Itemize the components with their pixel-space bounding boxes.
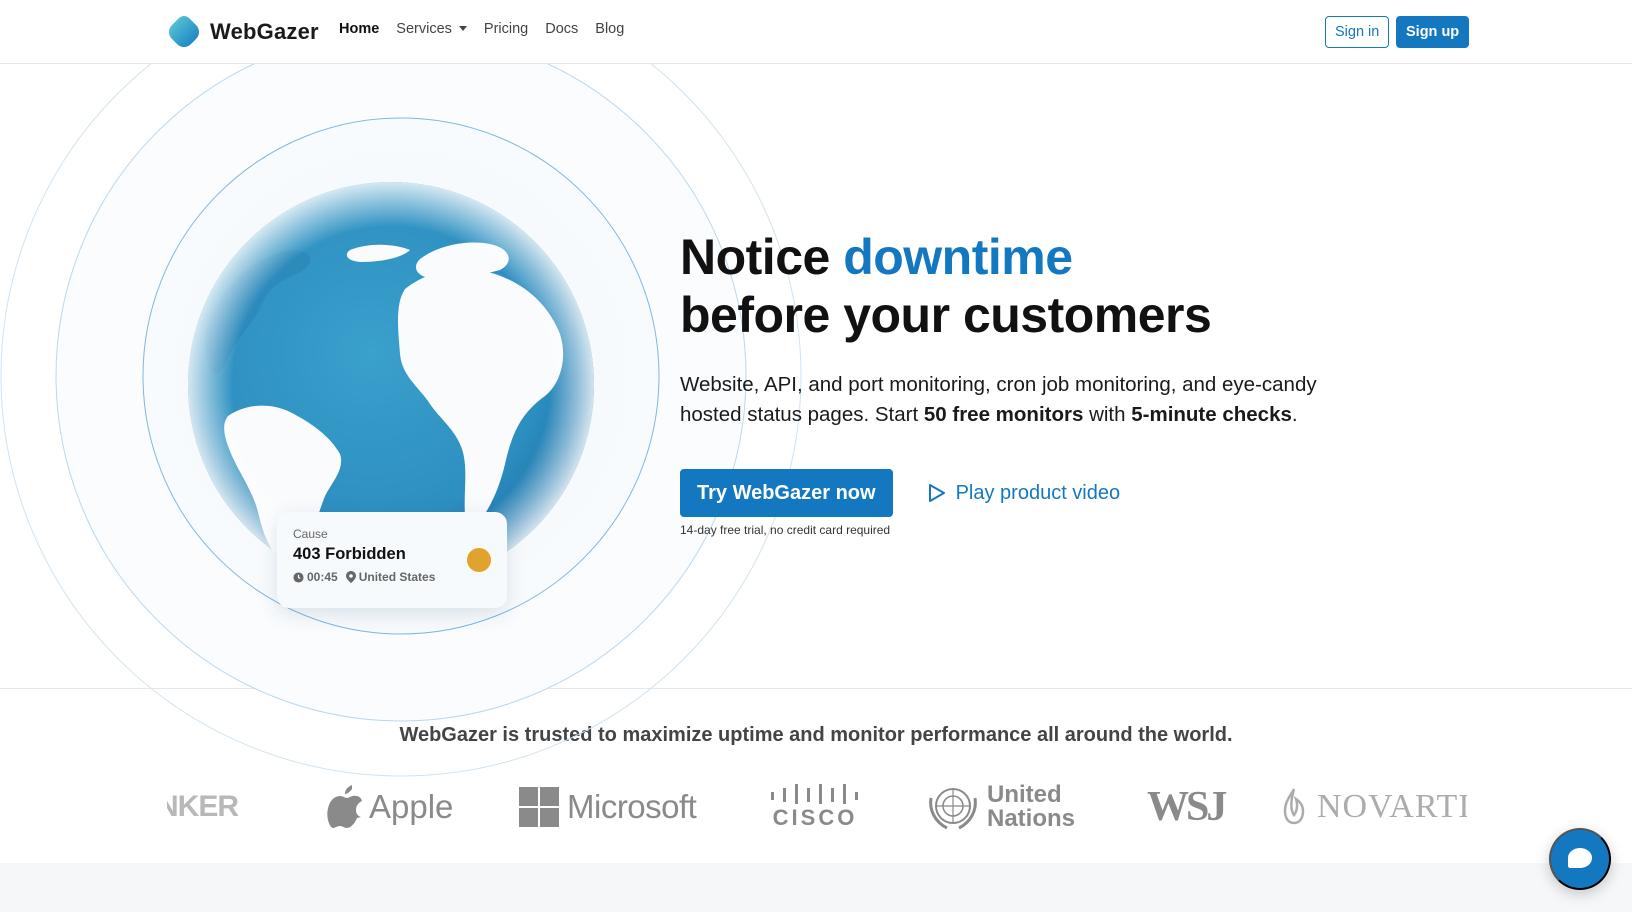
nav-pricing-label: Pricing <box>483 21 529 37</box>
cisco-logo-text: CISCO <box>772 805 858 830</box>
card-time: 00:45 <box>293 570 338 584</box>
nav-services-dropdown[interactable]: Services <box>396 21 467 37</box>
sign-in-button[interactable]: Sign in <box>1325 16 1390 48</box>
card-meta: 00:45 United States <box>293 570 491 584</box>
clock-icon <box>293 571 304 583</box>
nav-home-label: Home <box>339 21 380 37</box>
novartis-logo-text: NOVARTIS <box>1317 788 1467 825</box>
wsj-logo: WSJ <box>1147 779 1227 835</box>
un-emblem-icon <box>929 788 977 830</box>
bottom-band <box>0 863 1632 912</box>
trial-note: 14-day free trial, no credit card requir… <box>680 523 891 537</box>
card-location-value: United States <box>358 570 436 584</box>
try-now-button[interactable]: Try WebGazer now <box>680 469 893 517</box>
un-line1: United <box>987 781 1062 808</box>
novartis-flame-icon <box>1283 788 1305 825</box>
un-text: United Nations <box>987 783 1075 831</box>
sign-up-button[interactable]: Sign up <box>1396 16 1470 48</box>
incident-status-card: Cause 403 Forbidden 00:45 United States <box>277 512 507 608</box>
brand-link[interactable]: WebGazer <box>167 15 319 49</box>
cta-row: Try WebGazer now Play product video <box>680 469 1120 517</box>
card-label: Cause <box>293 527 328 541</box>
nav-blog-label: Blog <box>595 21 625 37</box>
card-title: 403 Forbidden <box>293 545 406 563</box>
play-video-label: Play product video <box>955 481 1121 504</box>
hero-sub-bold2: 5-minute checks <box>1131 403 1292 426</box>
nav-pricing[interactable]: Pricing <box>484 21 528 37</box>
navbar: WebGazer Home Services Pricing Docs Blog… <box>0 0 1632 64</box>
caret-down-icon <box>458 25 467 31</box>
card-location: United States <box>345 570 436 584</box>
main-nav: Home Services Pricing Docs Blog <box>339 21 624 37</box>
webgazer-logo-icon <box>169 16 199 47</box>
status-dot <box>467 548 491 572</box>
hero-sub-part3: . <box>1291 403 1298 426</box>
hero-sub-part2: with <box>1083 403 1132 426</box>
brand-name: WebGazer <box>210 19 319 44</box>
chat-bubble-icon <box>1568 848 1592 868</box>
hero-title-part1: Notice <box>680 229 844 285</box>
nav-blog[interactable]: Blog <box>595 21 624 37</box>
un-line2: Nations <box>987 805 1076 832</box>
hero-title-accent: downtime <box>843 229 1073 285</box>
united-nations-logo: United Nations <box>925 779 1075 835</box>
play-video-link[interactable]: Play product video <box>928 481 1121 505</box>
location-pin-icon <box>345 571 356 583</box>
nav-docs[interactable]: Docs <box>545 21 578 37</box>
nav-home[interactable]: Home <box>339 21 379 37</box>
hero-sub-bold1: 50 free monitors <box>923 403 1084 426</box>
play-icon <box>928 484 945 502</box>
nav-services-label: Services <box>396 21 452 37</box>
hero-title: Notice downtime before your customers <box>680 228 1380 344</box>
hero-globe-illustration <box>0 64 802 777</box>
card-time-value: 00:45 <box>307 570 338 584</box>
chat-widget-button[interactable] <box>1549 828 1611 890</box>
nav-docs-label: Docs <box>545 21 579 37</box>
hero-text: Notice downtime before your customers We… <box>680 228 1380 430</box>
novartis-logo: NOVARTIS <box>1279 779 1467 835</box>
hero-title-part2: before your customers <box>680 287 1212 343</box>
wsj-logo-text: WSJ <box>1147 784 1227 830</box>
hero-subtitle: Website, API, and port monitoring, cron … <box>680 370 1380 430</box>
